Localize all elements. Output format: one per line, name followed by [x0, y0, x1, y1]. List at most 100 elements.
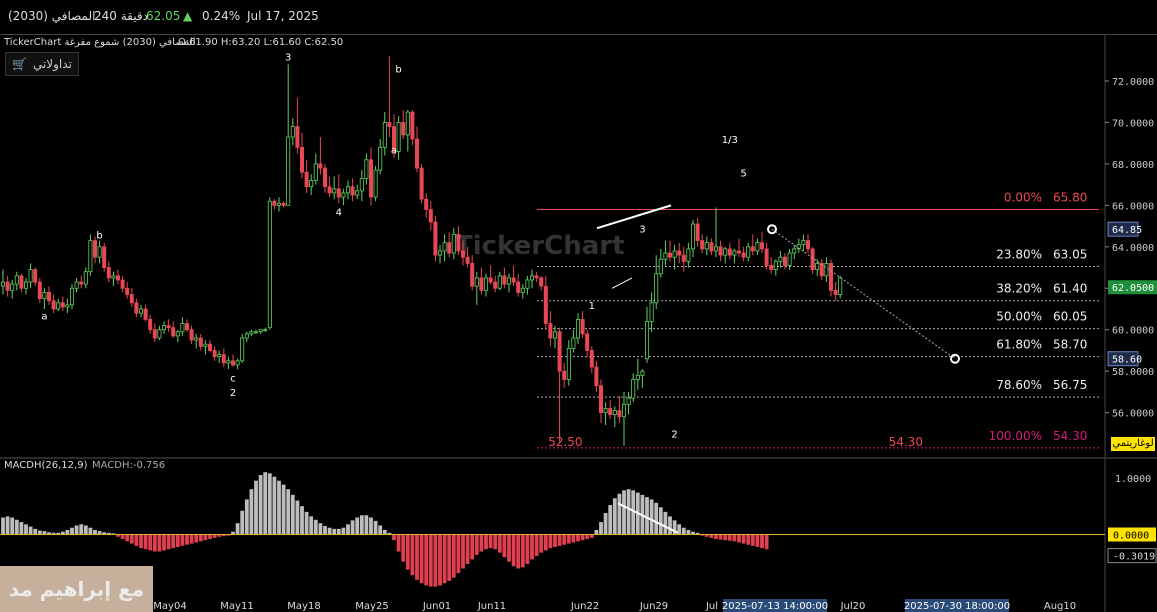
wave-label: a — [41, 311, 47, 322]
candle-body — [341, 192, 346, 198]
candle-body — [640, 370, 645, 376]
candle-body — [723, 248, 728, 256]
macd-bar — [562, 534, 567, 545]
candle-body — [93, 240, 98, 258]
macd-bar — [755, 534, 760, 547]
candle-body — [447, 242, 452, 254]
low-label: 52.50 — [548, 435, 582, 449]
macd-bar — [272, 476, 277, 535]
candle-body — [240, 337, 245, 362]
candle-body — [290, 126, 295, 138]
macd-bar — [327, 527, 332, 535]
x-tick-label: May04 — [153, 601, 186, 612]
macd-bar — [580, 534, 585, 541]
macd-bar — [479, 534, 484, 552]
wave-label: 4 — [336, 208, 342, 219]
candle-body — [70, 287, 75, 306]
header-symbol[interactable]: (2030) المصافي — [8, 9, 95, 23]
macd-bar — [28, 526, 33, 535]
candle-body — [47, 292, 52, 302]
y-tick-label: 58.0000 — [1112, 367, 1154, 378]
macd-bar — [654, 502, 659, 535]
candle-body — [212, 350, 217, 358]
macd-bar — [332, 528, 337, 535]
x-tick-label: Jun22 — [570, 601, 599, 612]
candle-body — [207, 343, 212, 351]
macd-bar — [470, 534, 475, 560]
candle-body — [576, 318, 581, 339]
macd-bar — [543, 534, 548, 551]
macd-bar — [355, 517, 360, 535]
macd-bar — [378, 525, 383, 535]
macd-bar — [571, 534, 576, 543]
candle-body — [663, 252, 668, 260]
candle-body — [672, 250, 677, 258]
macd-bar — [171, 534, 176, 549]
log-scale-toggle[interactable]: لوغاريتمي — [1111, 437, 1155, 451]
candle-body — [309, 180, 314, 188]
cart-icon: 🛒 — [12, 57, 27, 71]
candle-body — [677, 250, 682, 256]
portfolio-button[interactable]: 🛒 تداولاتي — [5, 52, 79, 76]
candle-body — [530, 275, 535, 281]
macd-bar — [254, 480, 258, 535]
candle-body — [276, 202, 281, 206]
candle-body — [709, 242, 714, 252]
x-tick-label: Jul — [705, 601, 718, 612]
candle-body — [580, 318, 585, 335]
candle-body — [33, 269, 38, 283]
candle-body — [746, 246, 751, 258]
macd-bar — [194, 534, 199, 543]
fib-pct-label: 0.00% — [1004, 191, 1042, 205]
macd-bar — [493, 534, 498, 550]
macd-badge-label: -0.3019 — [1113, 552, 1155, 563]
candle-body — [56, 302, 61, 310]
candle-body — [649, 302, 654, 322]
candle-body — [612, 410, 617, 416]
macd-bar — [451, 534, 456, 578]
macd-bar — [557, 534, 562, 546]
fib-price-label: 54.30 — [1053, 429, 1087, 443]
candle-body — [631, 379, 636, 399]
fib-price-label: 58.70 — [1053, 338, 1087, 352]
candle-body — [152, 329, 157, 339]
candle-body — [60, 302, 65, 308]
macd-bar — [548, 534, 553, 549]
macd-bar — [599, 522, 603, 535]
candle-body — [0, 281, 6, 287]
candle-body — [838, 277, 843, 295]
candle-body — [125, 287, 130, 295]
candle-body — [553, 331, 558, 339]
header-interval[interactable]: 240 دقيقة — [94, 9, 148, 23]
candle-body — [345, 186, 350, 194]
candle-body — [79, 281, 84, 285]
candle-body — [28, 269, 33, 283]
candle-body — [456, 233, 461, 252]
wave-label: 5 — [740, 168, 746, 179]
candle-body — [732, 250, 737, 256]
candle-body — [235, 360, 240, 366]
macd-bar — [148, 534, 153, 551]
macd-panel: 1.00000.00000.0000-0.3019 — [0, 472, 1157, 587]
x-tick-label: May11 — [220, 601, 253, 612]
candle-body — [217, 354, 222, 358]
candle-body — [373, 169, 378, 198]
candle-body — [171, 327, 176, 337]
candle-body — [599, 385, 604, 414]
macd-bar — [24, 524, 28, 535]
candle-body — [134, 302, 139, 314]
candle-body — [382, 122, 387, 148]
macd-bar — [658, 507, 663, 535]
macd-bar — [612, 498, 617, 535]
candle-body — [148, 318, 153, 331]
header-price: 62.05 — [146, 9, 181, 23]
macd-bar — [318, 523, 323, 535]
fib-price-label: 63.05 — [1053, 248, 1087, 262]
macd-bar — [530, 534, 534, 560]
price-chart[interactable]: TickerChart 0.00% 65.80 23.80% 63.05 38.20% 6… — [0, 34, 1157, 612]
macd-bar — [723, 534, 728, 541]
macd-bar — [484, 534, 488, 550]
macd-bar — [686, 529, 691, 535]
macd-bar — [198, 534, 203, 542]
candle-body — [180, 323, 185, 333]
